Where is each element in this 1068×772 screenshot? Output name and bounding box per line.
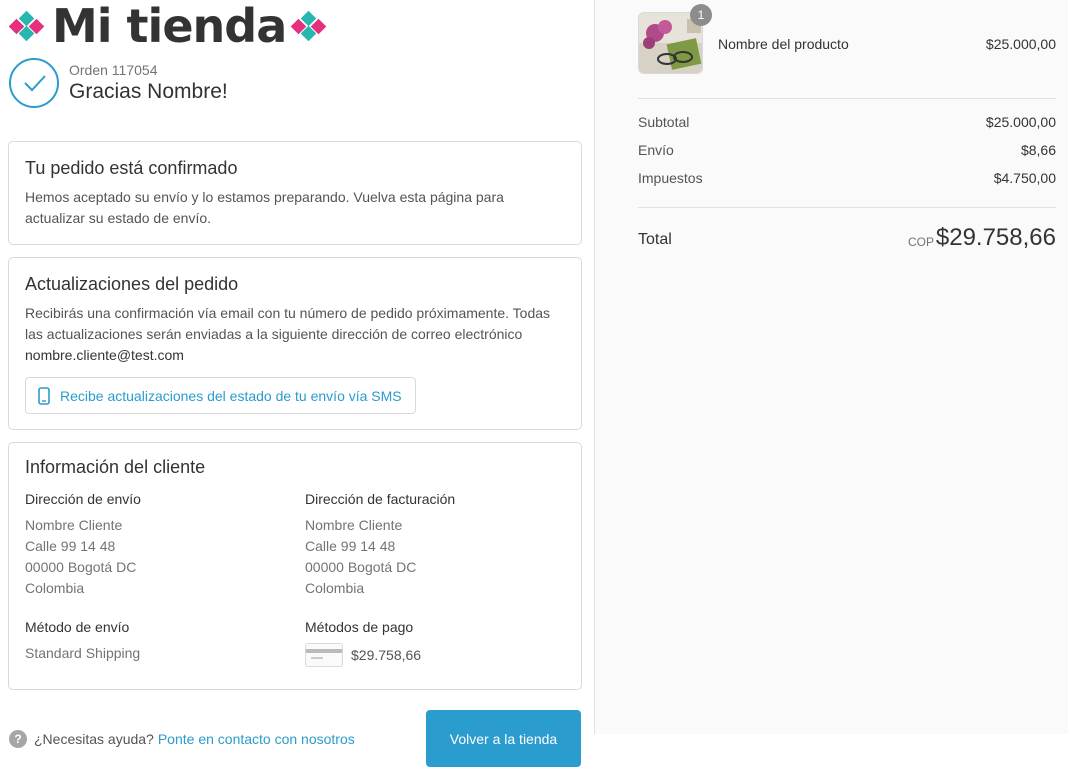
billing-address-heading: Dirección de facturación bbox=[305, 491, 456, 507]
billing-address: Dirección de facturación Nombre Cliente … bbox=[305, 491, 585, 599]
shipping-value: $8,66 bbox=[1020, 142, 1056, 158]
product-name: Nombre del producto bbox=[718, 36, 849, 52]
shipping-row: Envío $8,66 bbox=[638, 142, 1056, 158]
taxes-row: Impuestos $4.750,00 bbox=[638, 170, 1056, 186]
card-title: Actualizaciones del pedido bbox=[25, 274, 239, 294]
phone-icon bbox=[38, 386, 50, 405]
address-line: Calle 99 14 48 bbox=[305, 538, 396, 554]
store-name: Mi tienda bbox=[52, 0, 287, 53]
address-line: Nombre Cliente bbox=[305, 517, 403, 533]
card-text: Recibirás una confirmación vía email con… bbox=[25, 305, 551, 342]
total-row: Total COP $29.758,66 bbox=[638, 224, 1056, 254]
payment-method-heading: Métodos de pago bbox=[305, 619, 414, 635]
check-icon bbox=[9, 58, 59, 108]
shipping-method: Método de envío Standard Shipping bbox=[25, 619, 305, 664]
total-currency: COP bbox=[907, 235, 934, 249]
subtotal-row: Subtotal $25.000,00 bbox=[638, 114, 1056, 130]
shipping-address-heading: Dirección de envío bbox=[25, 491, 141, 507]
address-line: Colombia bbox=[305, 580, 365, 596]
shipping-method-value: Standard Shipping bbox=[25, 645, 141, 661]
address-line: Calle 99 14 48 bbox=[25, 538, 116, 554]
contact-link[interactable]: Ponte en contacto con nosotros bbox=[158, 731, 355, 747]
customer-email: nombre.cliente@test.com bbox=[25, 347, 184, 363]
divider bbox=[638, 98, 1056, 99]
order-confirmed-card: Tu pedido está confirmado Hemos aceptado… bbox=[8, 141, 582, 245]
back-to-store-button[interactable]: Volver a la tienda bbox=[426, 710, 581, 767]
main-column: Mi tienda Orden 117054 Gracias Nombre! T… bbox=[0, 0, 594, 772]
help-text: ¿Necesitas ayuda? bbox=[34, 731, 154, 747]
address-line: Colombia bbox=[25, 580, 85, 596]
logo-right-ornament bbox=[290, 10, 330, 42]
credit-card-icon bbox=[305, 643, 343, 667]
sms-updates-label: Recibe actualizaciones del estado de tu … bbox=[60, 387, 402, 404]
help-icon: ? bbox=[9, 730, 27, 748]
product-line: 1 Nombre del producto $25.000,00 bbox=[638, 4, 1056, 74]
product-price: $25.000,00 bbox=[985, 36, 1056, 52]
order-updates-card: Actualizaciones del pedido Recibirás una… bbox=[8, 257, 582, 430]
help-row: ? ¿Necesitas ayuda? Ponte en contacto co… bbox=[9, 730, 355, 748]
card-title: Información del cliente bbox=[25, 457, 206, 477]
taxes-value: $4.750,00 bbox=[993, 170, 1056, 186]
subtotal-value: $25.000,00 bbox=[985, 114, 1056, 130]
payment-method: Métodos de pago $29.758,66 bbox=[305, 619, 585, 667]
address-line: Nombre Cliente bbox=[25, 517, 123, 533]
total-label: Total bbox=[638, 231, 672, 248]
divider bbox=[638, 207, 1056, 208]
shipping-address: Dirección de envío Nombre Cliente Calle … bbox=[25, 491, 305, 599]
shipping-method-heading: Método de envío bbox=[25, 619, 130, 635]
taxes-label: Impuestos bbox=[638, 170, 703, 186]
payment-row: $29.758,66 bbox=[305, 643, 585, 667]
order-number: Orden 117054 bbox=[69, 62, 158, 78]
total-amount: $29.758,66 bbox=[935, 224, 1056, 251]
address-line: 00000 Bogotá DC bbox=[305, 559, 417, 575]
order-summary: 1 Nombre del producto $25.000,00 Subtota… bbox=[594, 0, 1068, 734]
shipping-label: Envío bbox=[638, 142, 674, 158]
logo-left-ornament bbox=[8, 10, 48, 42]
subtotal-label: Subtotal bbox=[638, 114, 690, 130]
card-title: Tu pedido está confirmado bbox=[25, 158, 238, 178]
payment-amount: $29.758,66 bbox=[351, 647, 422, 663]
card-text: Hemos aceptado su envío y lo estamos pre… bbox=[25, 189, 504, 226]
sms-updates-button[interactable]: Recibe actualizaciones del estado de tu … bbox=[25, 377, 416, 414]
quantity-badge: 1 bbox=[690, 4, 712, 26]
customer-info-card: Información del cliente Dirección de env… bbox=[8, 442, 582, 690]
store-logo[interactable]: Mi tienda bbox=[8, 0, 330, 52]
thanks-heading: Gracias Nombre! bbox=[69, 80, 228, 103]
address-line: 00000 Bogotá DC bbox=[25, 559, 137, 575]
